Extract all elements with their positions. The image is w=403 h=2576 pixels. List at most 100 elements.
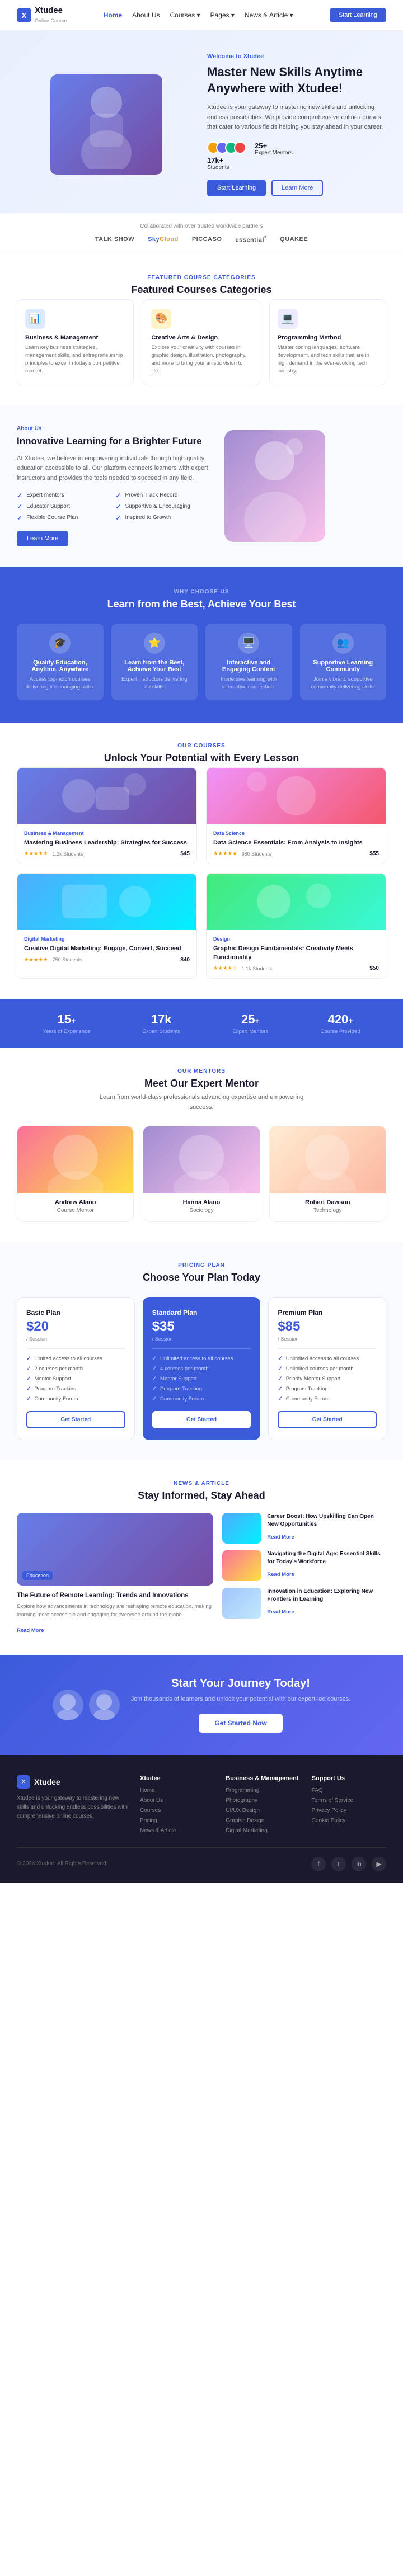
course-rating-0: ★★★★★ bbox=[24, 851, 48, 857]
footer-link-faq[interactable]: FAQ bbox=[312, 1787, 386, 1794]
category-desc-programming: Master coding languages, software develo… bbox=[278, 344, 378, 376]
stat-label-students: Expert Students bbox=[142, 1028, 180, 1035]
why-icon-interactive: 🖥️ bbox=[238, 633, 259, 654]
news-side-readmore-0[interactable]: Read More bbox=[267, 1534, 294, 1540]
footer-link-uxdesign[interactable]: UI/UX Design bbox=[226, 1808, 300, 1814]
nav-home[interactable]: Home bbox=[104, 11, 122, 19]
cta-avatar-right bbox=[89, 1690, 120, 1720]
course-body-0: Business & Management Mastering Business… bbox=[17, 824, 196, 864]
news-side-readmore-1[interactable]: Read More bbox=[267, 1572, 294, 1578]
mentors-section: Our Mentors Meet Our Expert Mentor Learn… bbox=[0, 1048, 403, 1242]
mentor-illustration-1 bbox=[157, 1126, 246, 1193]
nav-courses[interactable]: Courses ▾ bbox=[170, 11, 200, 19]
news-side-card-2[interactable]: Innovation in Education: Exploring New F… bbox=[222, 1588, 386, 1619]
mentor-card-1[interactable]: Hanna Alano Sociology bbox=[143, 1126, 260, 1222]
about-learn-more-button[interactable]: Learn More bbox=[17, 531, 68, 546]
mentor-img-2 bbox=[270, 1126, 386, 1193]
courses-grid: Business & Management Mastering Business… bbox=[17, 767, 386, 979]
category-card-business[interactable]: 📊 Business & Management Learn key busine… bbox=[17, 299, 134, 385]
stat-label-experience: Years of Experience bbox=[43, 1028, 91, 1035]
mentor-card-2[interactable]: Robert Dawson Technology bbox=[269, 1126, 386, 1222]
nav-cta-button[interactable]: Start Learning bbox=[330, 8, 386, 22]
mentors-intro: Learn from world-class professionals adv… bbox=[95, 1093, 308, 1112]
logo: X Xtudee Online Course bbox=[17, 6, 67, 25]
footer-copyright: © 2024 Xtudee. All Rights Reserved. bbox=[17, 1861, 107, 1867]
why-card-title-1: Learn from the Best, Achieve Your Best bbox=[118, 659, 191, 673]
social-facebook-icon[interactable]: f bbox=[311, 1857, 326, 1871]
footer-link-pricing[interactable]: Pricing bbox=[140, 1818, 214, 1824]
footer-link-terms[interactable]: Terms of Service bbox=[312, 1797, 386, 1804]
footer-link-news[interactable]: News & Article bbox=[140, 1828, 214, 1834]
category-title-arts: Creative Arts & Design bbox=[151, 334, 251, 341]
categories-tag: Featured Course Categories bbox=[17, 275, 386, 281]
stat-label-mentors: Expert Mentors bbox=[232, 1028, 268, 1035]
stat-num-students: 17k bbox=[142, 1012, 180, 1027]
hero-stat-students: 17k+ Students bbox=[207, 141, 246, 171]
nav-about[interactable]: About Us bbox=[132, 11, 160, 19]
social-linkedin-icon[interactable]: in bbox=[352, 1857, 366, 1871]
nav-news[interactable]: News & Article ▾ bbox=[245, 11, 293, 19]
plan-name-premium: Premium Plan bbox=[278, 1309, 377, 1317]
social-youtube-icon[interactable]: ▶ bbox=[372, 1857, 386, 1871]
category-card-programming[interactable]: 💻 Programming Method Master coding langu… bbox=[269, 299, 386, 385]
footer-link-cookie[interactable]: Cookie Policy bbox=[312, 1818, 386, 1824]
plan-btn-premium[interactable]: Get Started bbox=[278, 1411, 377, 1428]
footer-col-xtudee: Xtudee Home About Us Courses Pricing New… bbox=[140, 1775, 214, 1834]
footer-link-photography[interactable]: Photography bbox=[226, 1797, 300, 1804]
course-card-0[interactable]: Business & Management Mastering Business… bbox=[17, 767, 197, 864]
footer-col-links-2: FAQ Terms of Service Privacy Policy Cook… bbox=[312, 1787, 386, 1824]
footer-brand: X Xtudee Xtudee is your gateway to maste… bbox=[17, 1775, 129, 1834]
course-students-1: 980 Students bbox=[242, 851, 271, 857]
plan-feature-standard-3: Program Tracking bbox=[152, 1386, 251, 1392]
mentor-card-0[interactable]: Andrew Alano Course Mentor bbox=[17, 1126, 134, 1222]
footer-link-about[interactable]: About Us bbox=[140, 1797, 214, 1804]
footer-link-courses[interactable]: Courses bbox=[140, 1808, 214, 1814]
why-card-best: ⭐ Learn from the Best, Achieve Your Best… bbox=[111, 624, 198, 701]
partner-piccaso: PICCASO bbox=[192, 236, 222, 243]
plan-feature-basic-0: Limited access to all courses bbox=[26, 1356, 125, 1362]
news-side-readmore-2[interactable]: Read More bbox=[267, 1609, 294, 1615]
news-read-more[interactable]: Read More bbox=[17, 1627, 44, 1634]
categories-grid: 📊 Business & Management Learn key busine… bbox=[17, 299, 386, 385]
course-card-1[interactable]: Data Science Data Science Essentials: Fr… bbox=[206, 767, 386, 864]
footer-link-marketing[interactable]: Digital Marketing bbox=[226, 1828, 300, 1834]
social-twitter-icon[interactable]: t bbox=[331, 1857, 346, 1871]
footer-link-privacy[interactable]: Privacy Policy bbox=[312, 1808, 386, 1814]
nav-links: Home About Us Courses ▾ Pages ▾ News & A… bbox=[104, 11, 293, 19]
plan-btn-basic[interactable]: Get Started bbox=[26, 1411, 125, 1428]
news-main-article[interactable]: Education The Future of Remote Learning:… bbox=[17, 1513, 213, 1635]
mentor-name-2: Robert Dawson bbox=[270, 1199, 386, 1206]
course-card-2[interactable]: Digital Marketing Creative Digital Marke… bbox=[17, 873, 197, 979]
footer-link-graphic[interactable]: Graphic Design bbox=[226, 1818, 300, 1824]
categories-section: Featured Course Categories Featured Cour… bbox=[0, 254, 403, 405]
plan-feature-standard-0: Unlimited access to all courses bbox=[152, 1356, 251, 1362]
hero-learn-button[interactable]: Learn More bbox=[271, 180, 323, 196]
news-side-card-0[interactable]: Career Boost: How Upskilling Can Open Ne… bbox=[222, 1513, 386, 1544]
news-side-img-0 bbox=[222, 1513, 261, 1544]
hero-start-button[interactable]: Start Learning bbox=[207, 180, 266, 196]
news-side-card-1[interactable]: Navigating the Digital Age: Essential Sk… bbox=[222, 1550, 386, 1581]
hero-title: Master New Skills Anytime Anywhere with … bbox=[207, 64, 386, 96]
why-title: Learn from the Best, Achieve Your Best bbox=[17, 598, 386, 610]
footer-link-programming[interactable]: Programming bbox=[226, 1787, 300, 1794]
footer-col-courses: Business & Management Programming Photog… bbox=[226, 1775, 300, 1834]
nav-pages[interactable]: Pages ▾ bbox=[210, 11, 235, 19]
category-desc-business: Learn key business strategies, managemen… bbox=[25, 344, 125, 376]
course-card-3[interactable]: Design Graphic Design Fundamentals: Crea… bbox=[206, 873, 386, 979]
plan-btn-standard[interactable]: Get Started bbox=[152, 1411, 251, 1428]
course-img-bg-2 bbox=[17, 874, 196, 930]
cta-button[interactable]: Get Started Now bbox=[199, 1714, 282, 1733]
plan-feature-premium-1: Unlimited courses per month bbox=[278, 1366, 377, 1372]
footer-link-home[interactable]: Home bbox=[140, 1787, 214, 1794]
partners-section: Collaborated with over trusted worldwide… bbox=[0, 213, 403, 254]
plan-feature-basic-4: Community Forum bbox=[26, 1396, 125, 1402]
pricing-card-standard: Standard Plan $35 / Session Unlimited ac… bbox=[143, 1297, 261, 1440]
category-card-arts[interactable]: 🎨 Creative Arts & Design Explore your cr… bbox=[143, 299, 260, 385]
about-feature-3: Supportive & Encouraging bbox=[115, 503, 210, 511]
why-grid: 🎓 Quality Education, Anytime, Anywhere A… bbox=[17, 624, 386, 701]
footer-logo-icon: X bbox=[17, 1775, 30, 1789]
mentor-illustration-0 bbox=[31, 1126, 120, 1193]
hero-welcome: Welcome to Xtudee bbox=[207, 53, 386, 60]
plan-period-basic: / Session bbox=[26, 1336, 125, 1342]
course-rating-2: ★★★★★ bbox=[24, 957, 48, 963]
